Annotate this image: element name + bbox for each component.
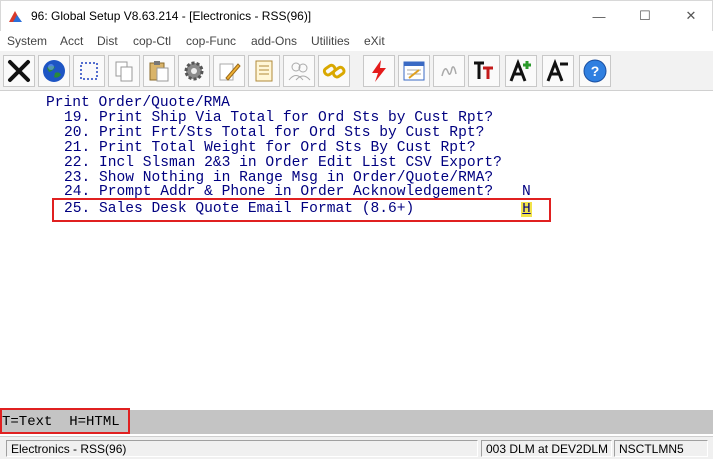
hint-annotation — [0, 408, 130, 434]
toolbar-notepad-button[interactable] — [248, 55, 280, 87]
signature-icon — [441, 66, 457, 77]
chain-link-icon — [322, 63, 346, 79]
toolbar-edit-button[interactable] — [213, 55, 245, 87]
menu-system[interactable]: System — [7, 34, 47, 48]
option-number: 22. — [64, 155, 91, 171]
toolbar-globe-button[interactable] — [38, 55, 70, 87]
option-number: 19. — [64, 110, 91, 126]
font-increase-icon — [509, 58, 531, 82]
highlight-annotation — [52, 198, 551, 222]
toolbar-lightning-button[interactable] — [363, 55, 395, 87]
toolbar-close-button[interactable] — [3, 55, 35, 87]
menu-acct[interactable]: Acct — [60, 34, 83, 48]
notepad-icon — [255, 60, 273, 82]
edit-pencil-icon — [219, 63, 241, 81]
app-icon — [8, 9, 23, 24]
menu-bar: System Acct Dist cop-Ctl cop-Func add-On… — [0, 31, 713, 51]
option-label: Incl Slsman 2&3 in Order Edit List CSV E… — [99, 155, 502, 171]
calendar-window-icon — [403, 61, 425, 81]
option-label: Print Frt/Sts Total for Ord Sts by Cust … — [99, 125, 485, 141]
toolbar-signature-button[interactable] — [433, 55, 465, 87]
toolbar-link-button[interactable] — [318, 55, 350, 87]
globe-icon — [43, 60, 65, 82]
lightning-icon — [372, 60, 386, 82]
font-decrease-icon — [546, 58, 568, 82]
status-terminal-id: NSCTLMN5 — [614, 440, 708, 457]
menu-cop-ctl[interactable]: cop-Ctl — [133, 34, 171, 48]
option-label: Print Ship Via Total for Ord Sts by Cust… — [99, 110, 494, 126]
help-icon: ? — [583, 59, 607, 83]
select-rectangle-icon — [80, 62, 98, 80]
menu-utilities[interactable]: Utilities — [311, 34, 350, 48]
svg-text:?: ? — [591, 63, 600, 79]
toolbar-help-button[interactable]: ? — [579, 55, 611, 87]
toolbar-users-button[interactable] — [283, 55, 315, 87]
status-session: 003 DLM at DEV2DLM — [481, 440, 612, 457]
terminal-screen[interactable]: Print Order/Quote/RMA 19. Print Ship Via… — [0, 92, 713, 410]
title-bar: 96: Global Setup V8.63.214 - [Electronic… — [0, 0, 713, 31]
toolbar-calendar-button[interactable] — [398, 55, 430, 87]
settings-gear-icon — [184, 61, 204, 81]
menu-exit[interactable]: eXit — [364, 34, 385, 48]
option-number: 20. — [64, 125, 91, 141]
copy-icon — [115, 61, 133, 82]
toolbar-font-button[interactable] — [468, 55, 500, 87]
screen-heading: Print Order/Quote/RMA — [46, 95, 230, 111]
menu-cop-func[interactable]: cop-Func — [186, 34, 236, 48]
close-x-icon — [8, 60, 30, 82]
close-window-button[interactable]: ✕ — [668, 1, 713, 31]
toolbar: ? — [0, 51, 713, 91]
toolbar-select-button[interactable] — [73, 55, 105, 87]
toolbar-font-decrease-button[interactable] — [542, 55, 574, 87]
users-icon — [288, 62, 311, 81]
window-title: 96: Global Setup V8.63.214 - [Electronic… — [31, 9, 312, 23]
toolbar-font-increase-button[interactable] — [505, 55, 537, 87]
font-tt-icon — [474, 61, 493, 79]
menu-dist[interactable]: Dist — [97, 34, 118, 48]
toolbar-copy-button[interactable] — [108, 55, 140, 87]
toolbar-paste-button[interactable] — [143, 55, 175, 87]
option-label: Print Total Weight for Ord Sts By Cust R… — [99, 140, 476, 156]
paste-icon — [149, 61, 169, 82]
maximize-button[interactable]: ☐ — [622, 1, 668, 31]
minimize-button[interactable]: — — [576, 1, 622, 31]
toolbar-settings-button[interactable] — [178, 55, 210, 87]
status-company: Electronics - RSS(96) — [6, 440, 478, 457]
option-number: 21. — [64, 140, 91, 156]
status-bar: Electronics - RSS(96) 003 DLM at DEV2DLM… — [0, 436, 713, 459]
menu-add-ons[interactable]: add-Ons — [251, 34, 297, 48]
